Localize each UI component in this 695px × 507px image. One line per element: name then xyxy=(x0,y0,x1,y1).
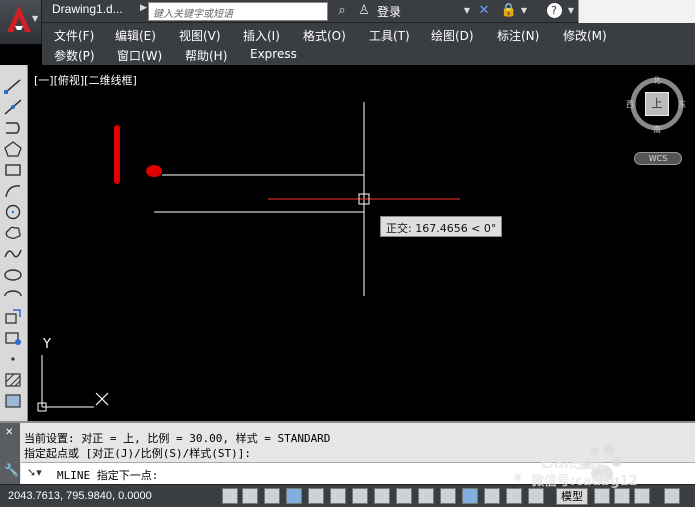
polyline-tool-icon[interactable] xyxy=(3,119,23,137)
menu-insert[interactable]: 插入(I) xyxy=(243,27,280,44)
user-icon[interactable]: ♙ xyxy=(357,2,371,20)
arc-tool-icon[interactable] xyxy=(3,182,23,200)
viewcube-west-label: 西 xyxy=(626,100,634,109)
title-expand-icon[interactable]: ▶ xyxy=(140,3,148,19)
dynamic-ucs-icon[interactable] xyxy=(396,488,412,504)
app-store-icon[interactable]: 🔒 xyxy=(500,2,518,20)
ucs-x-label xyxy=(95,392,109,406)
help-dropdown-icon[interactable]: ▼ xyxy=(566,2,576,20)
infer-constraints-icon[interactable] xyxy=(222,488,238,504)
quick-properties-icon[interactable] xyxy=(484,488,500,504)
command-history-line: 指定起点或 [对正(J)/比例(S)/样式(ST)]: xyxy=(24,447,251,460)
polar-tracking-icon[interactable] xyxy=(308,488,324,504)
ellipse-tool-icon[interactable] xyxy=(3,266,23,284)
ucs-y-label: Y xyxy=(43,337,51,352)
rectangle-tool-icon[interactable] xyxy=(3,161,23,179)
watermark-author: 微信号:cadbg12 xyxy=(531,474,638,489)
lineweight-icon[interactable] xyxy=(440,488,456,504)
viewcube-north-label: 北 xyxy=(653,76,661,85)
menu-file[interactable]: 文件(F) xyxy=(54,27,94,44)
revision-cloud-icon[interactable] xyxy=(3,224,23,242)
draw-toolbar xyxy=(0,65,28,421)
menu-view[interactable]: 视图(V) xyxy=(179,27,221,44)
application-menu-button[interactable]: ▼ xyxy=(0,0,42,44)
circle-tool-icon[interactable] xyxy=(3,203,23,221)
dynamic-input-icon[interactable] xyxy=(418,488,434,504)
command-history-line: 当前设置: 对正 = 上, 比例 = 30.00, 样式 = STANDARD xyxy=(24,432,331,445)
login-dropdown-icon[interactable]: ▼ xyxy=(462,2,472,20)
ortho-mode-icon[interactable] xyxy=(286,488,302,504)
command-window-grip[interactable]: ✕ 🔧 xyxy=(0,423,20,486)
object-snap-icon[interactable] xyxy=(330,488,346,504)
title-bar: Drawing1.d... ▶ 键入关键字或短语 ⌕ ♙ 登录 ▼ ✕ 🔒 ▼ … xyxy=(0,0,695,23)
viewcube-south-label: 南 xyxy=(653,125,661,134)
menu-bar: 文件(F) 编辑(E) 视图(V) 插入(I) 格式(O) 工具(T) 绘图(D… xyxy=(42,23,695,65)
construction-line-icon[interactable] xyxy=(3,98,23,116)
gradient-tool-icon[interactable] xyxy=(3,392,23,410)
search-input[interactable]: 键入关键字或短语 xyxy=(148,2,328,21)
ellipse-arc-icon[interactable] xyxy=(3,287,23,305)
menu-modify[interactable]: 修改(M) xyxy=(563,27,607,44)
3d-object-snap-icon[interactable] xyxy=(352,488,368,504)
menu-tools[interactable]: 工具(T) xyxy=(369,27,410,44)
wcs-menu-button[interactable]: WCS xyxy=(634,152,682,165)
menu-parametric[interactable]: 参数(P) xyxy=(54,47,95,64)
close-icon[interactable]: ✕ xyxy=(5,427,13,438)
login-link[interactable]: 登录 xyxy=(377,3,401,20)
transparency-icon[interactable] xyxy=(462,488,478,504)
autocad-logo-icon xyxy=(7,6,31,32)
snap-mode-icon[interactable] xyxy=(242,488,258,504)
drawing-geometry xyxy=(37,102,460,412)
polygon-tool-icon[interactable] xyxy=(3,140,23,158)
app-menu-dropdown-icon: ▼ xyxy=(32,14,39,23)
hatch-tool-icon[interactable] xyxy=(3,371,23,389)
viewcube-top-face[interactable]: 上 xyxy=(645,92,669,116)
drawing-canvas[interactable]: [一][俯视][二维线框] Y 正交: 167.4656 < 0° 北 南 东 … xyxy=(28,65,695,420)
cursor-coordinates[interactable]: 2043.7613, 795.9840, 0.0000 xyxy=(8,490,152,502)
object-snap-tracking-icon[interactable] xyxy=(374,488,390,504)
menu-draw[interactable]: 绘图(D) xyxy=(431,27,474,44)
menu-express[interactable]: Express xyxy=(250,47,297,61)
insert-block-icon[interactable] xyxy=(3,308,23,326)
menu-dimension[interactable]: 标注(N) xyxy=(497,27,539,44)
viewcube[interactable]: 北 南 东 西 上 xyxy=(626,75,686,134)
command-prompt-text: MLINE 指定下一点: xyxy=(57,469,159,482)
window-controls[interactable] xyxy=(578,0,695,23)
ortho-dynamic-input-tooltip: 正交: 167.4656 < 0° xyxy=(380,216,503,237)
store-dropdown-icon[interactable]: ▼ xyxy=(519,2,529,20)
document-title: Drawing1.d... xyxy=(52,2,123,16)
help-icon[interactable]: ? xyxy=(545,2,563,20)
menu-edit[interactable]: 编辑(E) xyxy=(115,27,156,44)
command-prompt-icon[interactable]: ➘▾ xyxy=(27,466,42,479)
wechat-icon: ◉ xyxy=(513,470,523,483)
menu-window[interactable]: 窗口(W) xyxy=(117,47,162,64)
exchange-icon[interactable]: ✕ xyxy=(476,2,492,20)
menu-format[interactable]: 格式(O) xyxy=(303,27,346,44)
make-block-icon[interactable] xyxy=(3,329,23,347)
wrench-icon[interactable]: 🔧 xyxy=(4,463,19,477)
grid-display-icon[interactable] xyxy=(264,488,280,504)
spline-tool-icon[interactable] xyxy=(3,245,23,263)
red-annotation-dot xyxy=(146,165,162,177)
viewcube-east-label: 东 xyxy=(678,100,686,109)
baidu-jingyan-watermark: Bai经验 ◉ 微信号:cadbg12 xyxy=(505,440,695,504)
binoculars-icon[interactable]: ⌕ xyxy=(334,2,350,20)
line-tool-icon[interactable] xyxy=(3,77,23,95)
menu-help[interactable]: 帮助(H) xyxy=(185,47,227,64)
point-tool-icon[interactable] xyxy=(3,350,23,368)
